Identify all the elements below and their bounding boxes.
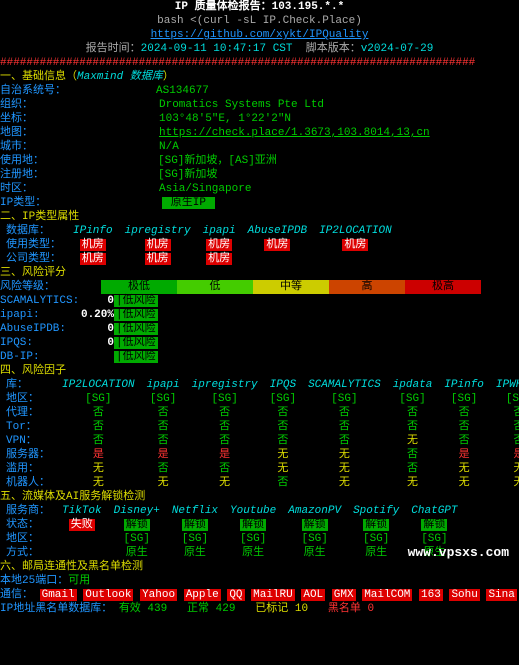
bl-label: IP地址黑名单数据库：	[0, 603, 112, 615]
ver-label: 脚本版本：	[306, 43, 361, 55]
mail-provider: Gmail	[40, 589, 77, 601]
mail-provider: AOL	[301, 589, 325, 601]
coord: 103°48'5"E, 1°22'2"N	[159, 113, 291, 125]
iptype: 原生IP	[162, 197, 214, 209]
title: IP 质量体检报告：	[175, 1, 272, 13]
repo-link[interactable]: https://github.com/xykt/IPQuality	[151, 29, 369, 41]
asn: AS134677	[156, 85, 209, 97]
city: N/A	[159, 141, 179, 153]
ver-value: v2024-07-29	[361, 43, 434, 55]
terminal-output: IP 质量体检报告：103.195.*.* bash <(curl -sL IP…	[0, 0, 519, 616]
mail-provider: GMX	[332, 589, 356, 601]
use: [SG]新加坡，[AS]亚洲	[158, 155, 277, 167]
ip: 103.195.*.*	[272, 1, 345, 13]
use-label: 使用地：	[0, 155, 44, 167]
watermark: www.vpsxs.com	[408, 546, 509, 560]
sec1-db: Maxmind 数据库	[77, 71, 163, 83]
mail-provider: QQ	[227, 589, 244, 601]
time-value: 2024-09-11 10:47:17 CST	[141, 43, 293, 55]
sec1-title: 一、基础信息（	[0, 71, 77, 83]
map-label: 地图：	[0, 127, 33, 139]
mail-provider: Sohu	[449, 589, 479, 601]
risk-factor-table: 库：IP2LOCATIONipapiipregistryIPQSSCAMALYT…	[0, 378, 519, 490]
tz-label: 时区：	[0, 183, 33, 195]
bash-cmd: bash <(curl -sL IP.Check.Place)	[0, 14, 519, 28]
org-label: 组织：	[0, 99, 33, 111]
mail-provider: Sina	[486, 589, 516, 601]
iptype-label: IP类型：	[0, 197, 46, 209]
sec5-title: 五、流媒体及AI服务解锁检测	[0, 490, 519, 504]
iptype-table: 数据库：IPinfoipregistryipapiAbuseIPDBIP2LOC…	[0, 224, 398, 266]
mail-provider: Apple	[184, 589, 221, 601]
sec3-title: 三、风险评分	[0, 266, 519, 280]
city-label: 城市：	[0, 141, 33, 153]
divider: ########################################…	[0, 56, 519, 70]
reg: [SG]新加坡	[158, 169, 217, 181]
mail-provider: MailRU	[251, 589, 295, 601]
port-label: 本地25端口：	[0, 575, 68, 587]
mail-provider: Outlook	[83, 589, 133, 601]
mail-provider: 163	[419, 589, 443, 601]
org: Dromatics Systems Pte Ltd	[159, 99, 324, 111]
sec4-title: 四、风险因子	[0, 364, 519, 378]
mail-provider: MailCOM	[362, 589, 412, 601]
risk-bar: 极低低中等高极高	[101, 280, 481, 294]
map-link[interactable]: https://check.place/1.3673,103.8014,13,c…	[159, 127, 430, 139]
port: 可用	[68, 575, 90, 587]
stream-table: 服务商：TikTokDisney+NetflixYoutubeAmazonPVS…	[0, 504, 464, 560]
risk-label: 风险等级：	[0, 281, 55, 293]
time-label: 报告时间：	[86, 43, 141, 55]
tz: Asia/Singapore	[159, 183, 251, 195]
reg-label: 注册地：	[0, 169, 44, 181]
sec2-title: 二、IP类型属性	[0, 210, 519, 224]
sec6-title: 六、邮局连通性及黑名单检测	[0, 560, 519, 574]
asn-label: 自治系统号：	[0, 85, 66, 97]
coord-label: 坐标：	[0, 113, 33, 125]
mail-provider: Yahoo	[140, 589, 177, 601]
